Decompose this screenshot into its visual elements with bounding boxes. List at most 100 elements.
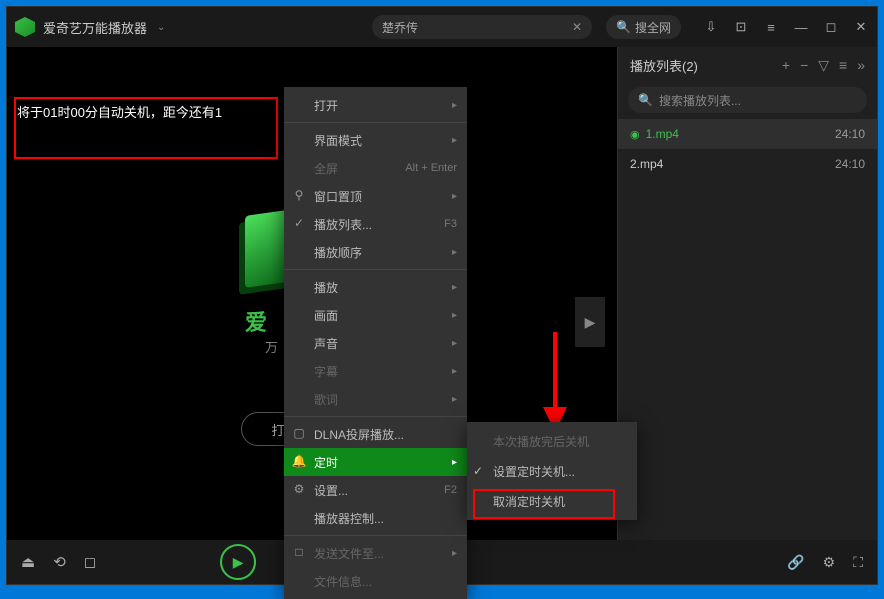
clear-icon[interactable]: ✕ [572, 20, 582, 34]
context-menu: 打开▸ 界面模式▸ 全屏Alt + Enter ⚲窗口置顶▸ ✓播放列表...F… [284, 87, 467, 599]
playlist-item-name: 2.mp4 [630, 157, 663, 171]
brand-subtext: 万 [265, 337, 278, 356]
timer-submenu: 本次播放完后关机 ✓设置定时关机... 取消定时关机 [467, 422, 637, 520]
chevron-right-icon: ▸ [452, 457, 457, 468]
submenu-cancel-timer[interactable]: 取消定时关机 [467, 486, 637, 516]
menu-dlna[interactable]: ▢ DLNA投屏播放... [284, 420, 467, 448]
menu-open[interactable]: 打开 ▸ [284, 91, 467, 119]
menu-label: 播放器控制... [314, 510, 384, 527]
search-web-label: 搜全网 [635, 19, 671, 36]
shortcut: F2 [444, 484, 457, 496]
loop-icon[interactable]: ⟲ [53, 553, 66, 571]
cast-icon: ▢ [292, 426, 306, 440]
separator [284, 416, 467, 417]
eject-icon[interactable]: ⏏ [21, 553, 35, 571]
brand-text: 爱 [245, 305, 267, 337]
gear-icon: ⚙ [292, 482, 306, 496]
search-web-button[interactable]: 🔍 搜全网 [606, 15, 681, 39]
playlist-item-duration: 24:10 [835, 157, 865, 171]
menu-icon[interactable]: ≡ [763, 19, 779, 35]
menu-label: 字幕 [314, 363, 338, 380]
menu-label: 播放顺序 [314, 244, 362, 261]
check-icon: ✓ [292, 216, 306, 230]
menu-playlist[interactable]: ✓ 播放列表... F3 [284, 210, 467, 238]
playlist-item[interactable]: 2.mp4 24:10 [618, 149, 877, 179]
next-panel-button[interactable]: ▶ [575, 297, 605, 347]
app-logo-icon [15, 17, 35, 37]
menu-ui-mode[interactable]: 界面模式 ▸ [284, 126, 467, 154]
chevron-right-icon: ▸ [452, 247, 457, 258]
close-icon[interactable]: ✕ [853, 19, 869, 35]
bell-icon: 🔔 [292, 454, 306, 468]
chevron-right-icon: ▸ [452, 310, 457, 321]
playing-icon: ◉ [630, 128, 640, 141]
playlist-search-input[interactable]: 🔍 搜索播放列表... [628, 87, 867, 113]
menu-fullscreen[interactable]: 全屏 Alt + Enter [284, 154, 467, 182]
shortcut: Alt + Enter [405, 162, 457, 174]
collapse-icon[interactable]: » [857, 57, 865, 74]
menu-label: 打开 [314, 97, 338, 114]
menu-play[interactable]: 播放 ▸ [284, 273, 467, 301]
menu-label: 画面 [314, 307, 338, 324]
submenu-set-timer[interactable]: ✓设置定时关机... [467, 456, 637, 486]
menu-label: 文件信息... [314, 573, 372, 590]
filter-icon[interactable]: ▽ [818, 57, 829, 74]
playlist-item[interactable]: ◉ 1.mp4 24:10 [618, 119, 877, 149]
playlist-sidebar: 播放列表(2) + − ▽ ≡ » 🔍 搜索播放列表... ◉ 1.mp4 24… [617, 47, 877, 540]
app-title: 爱奇艺万能播放器 [43, 18, 147, 37]
menu-label: DLNA投屏播放... [314, 426, 404, 443]
menu-audio[interactable]: 声音▸ [284, 329, 467, 357]
chevron-right-icon: ▸ [452, 191, 457, 202]
chevron-right-icon: ▸ [452, 282, 457, 293]
menu-ontop[interactable]: ⚲窗口置顶▸ [284, 182, 467, 210]
chevron-right-icon: ▸ [452, 100, 457, 111]
playlist-item-name: 1.mp4 [646, 127, 679, 141]
play-button[interactable]: ▶ [220, 544, 256, 580]
minimize-icon[interactable]: — [793, 19, 809, 35]
separator [284, 269, 467, 270]
menu-frame[interactable]: 画面 ▸ [284, 301, 467, 329]
feedback-icon[interactable]: ⊡ [733, 19, 749, 35]
menu-order[interactable]: 播放顺序 ▸ [284, 238, 467, 266]
menu-label: 声音 [314, 335, 338, 352]
menu-lyric[interactable]: 歌词▸ [284, 385, 467, 413]
annotation-arrow [535, 327, 575, 437]
menu-send[interactable]: □发送文件至...▸ [284, 539, 467, 567]
fullscreen-icon[interactable]: ⛶ [853, 554, 863, 571]
menu-label: 全屏 [314, 160, 338, 177]
search-icon: 🔍 [616, 20, 631, 34]
stop-icon[interactable]: ◻ [84, 553, 96, 571]
chevron-right-icon: ▸ [452, 366, 457, 377]
settings-icon[interactable]: ⚙ [823, 554, 836, 571]
separator [284, 535, 467, 536]
submenu-after-play[interactable]: 本次播放完后关机 [467, 426, 637, 456]
annotation-box-notice [14, 97, 278, 159]
menu-label: 播放列表... [314, 216, 372, 233]
menu-label: 定时 [314, 454, 338, 471]
add-icon[interactable]: + [782, 57, 790, 74]
shortcut: F3 [444, 218, 457, 230]
download-icon[interactable]: ⇩ [703, 19, 719, 35]
link-icon[interactable]: 🔗 [787, 554, 804, 571]
check-icon: ✓ [473, 464, 483, 478]
menu-control[interactable]: 播放器控制... [284, 504, 467, 532]
menu-label: 发送文件至... [314, 545, 384, 562]
remove-icon[interactable]: − [800, 57, 808, 74]
maximize-icon[interactable]: ◻ [823, 19, 839, 35]
search-input[interactable]: 楚乔传 ✕ [372, 15, 592, 39]
menu-label: 播放 [314, 279, 338, 296]
menu-label: 窗口置顶 [314, 188, 362, 205]
chevron-down-icon[interactable]: ⌄ [157, 22, 165, 33]
list-icon[interactable]: ≡ [839, 57, 847, 74]
menu-label: 界面模式 [314, 132, 362, 149]
chevron-right-icon: ▸ [452, 394, 457, 405]
search-value: 楚乔传 [382, 19, 418, 36]
search-icon: 🔍 [638, 93, 653, 107]
menu-settings[interactable]: ⚙ 设置... F2 [284, 476, 467, 504]
send-icon: □ [292, 545, 306, 559]
menu-timer[interactable]: 🔔 定时 ▸ [284, 448, 467, 476]
playlist-search-placeholder: 搜索播放列表... [659, 92, 741, 109]
menu-sub[interactable]: 字幕 ▸ [284, 357, 467, 385]
chevron-right-icon: ▸ [452, 135, 457, 146]
menu-label: 设置... [314, 482, 348, 499]
